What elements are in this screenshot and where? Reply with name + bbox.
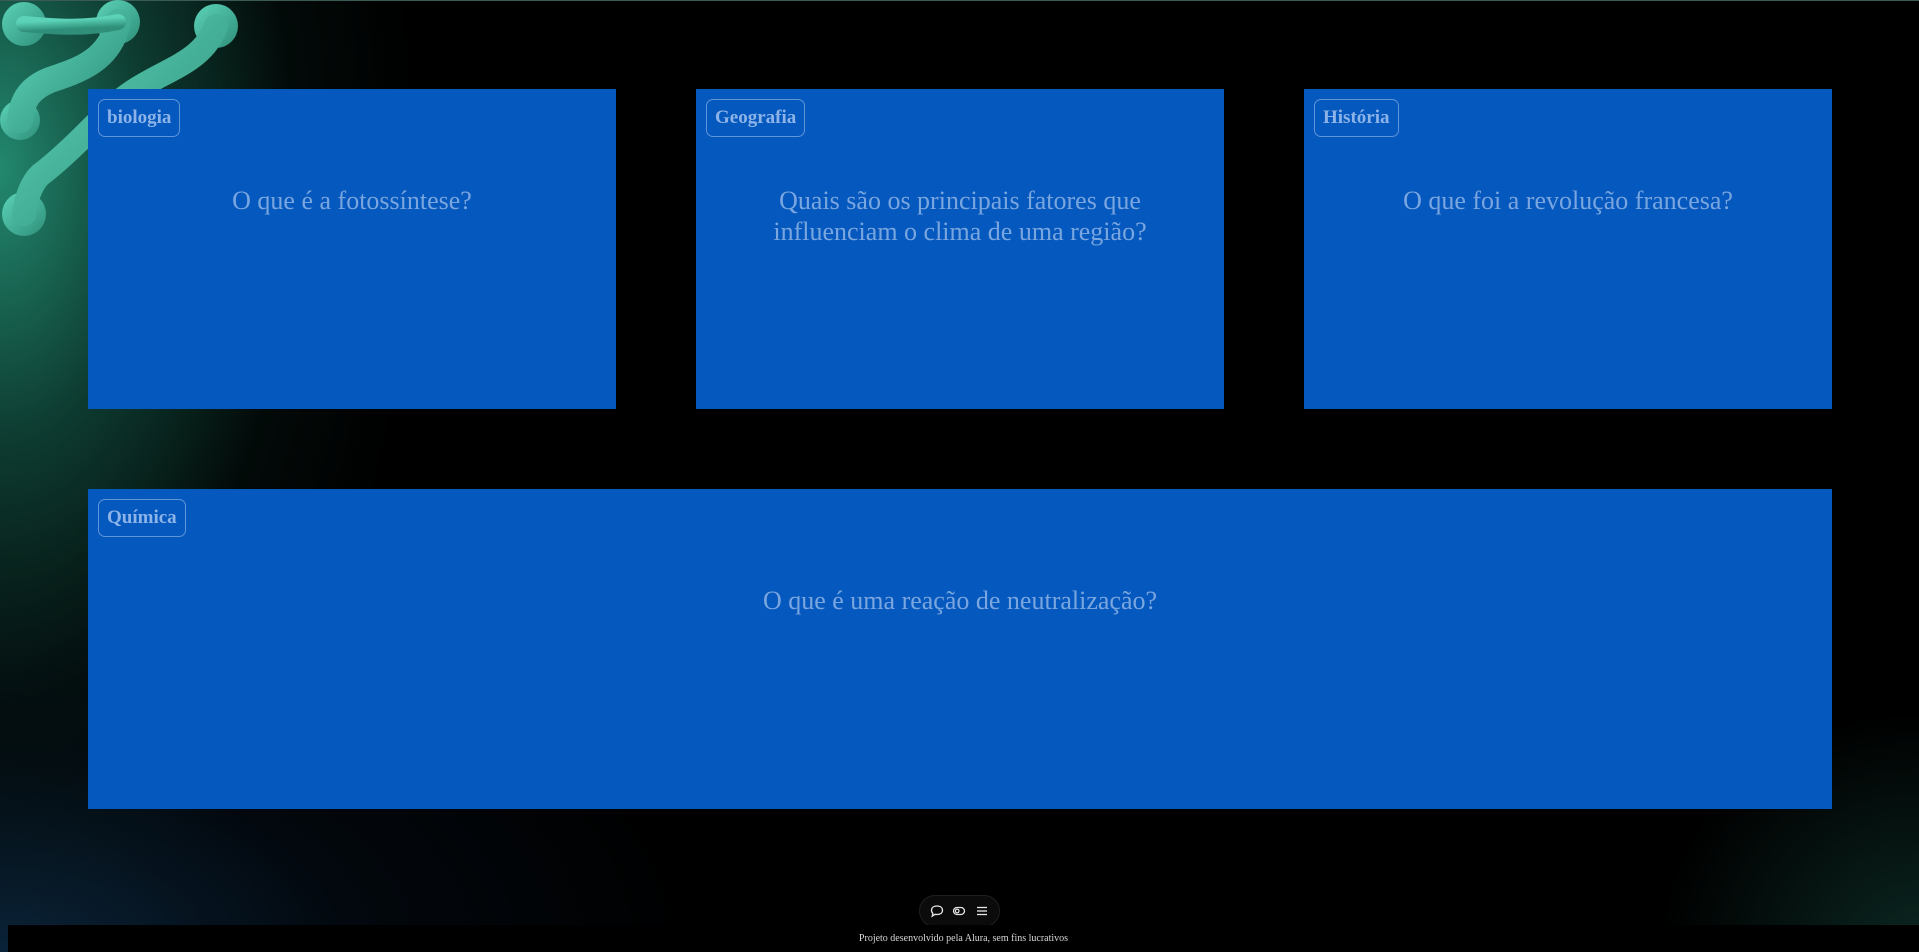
subject-tag[interactable]: biologia <box>98 99 181 137</box>
question-text: Quais são os principais fatores que infl… <box>773 186 1147 246</box>
menu-icon[interactable] <box>972 901 992 921</box>
flashcard-geografia[interactable]: Geografia Quais são os principais fatore… <box>696 89 1224 409</box>
footer-text: Projeto desenvolvido pela Alura, sem fin… <box>8 925 1919 952</box>
page: biologia O que é a fotossíntese? Geograf… <box>0 0 1919 952</box>
toggle-icon[interactable] <box>949 901 969 921</box>
flashcard-historia[interactable]: História O que foi a revolução francesa? <box>1304 89 1832 409</box>
question-text: O que é a fotossíntese? <box>232 186 472 215</box>
subject-tag[interactable]: História <box>1314 99 1399 137</box>
chat-bubble-icon[interactable] <box>927 901 947 921</box>
question-text: O que foi a revolução francesa? <box>1403 186 1733 215</box>
flashcard-quimica[interactable]: Química O que é uma reação de neutraliza… <box>88 489 1832 809</box>
floating-toolbar <box>919 895 1000 927</box>
subject-tag[interactable]: Geografia <box>706 99 806 137</box>
top-border <box>0 0 1919 1</box>
subject-tag[interactable]: Química <box>98 499 186 537</box>
flashcard-biologia[interactable]: biologia O que é a fotossíntese? <box>88 89 616 409</box>
question-text: O que é uma reação de neutralização? <box>762 586 1158 615</box>
